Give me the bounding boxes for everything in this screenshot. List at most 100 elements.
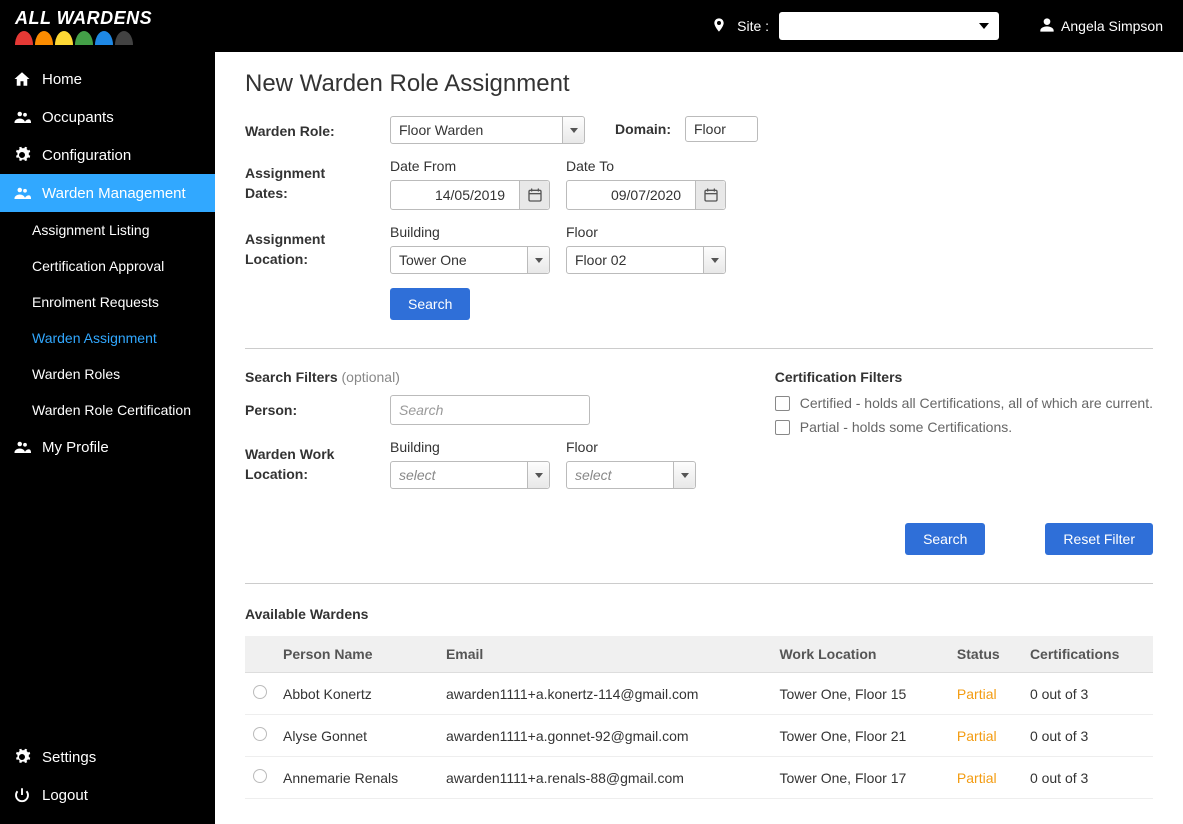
sidebar-item-label: Warden Management (42, 185, 186, 202)
domain-value: Floor (694, 121, 726, 137)
gear-icon (12, 748, 32, 766)
sidebar-sub-certification-approval[interactable]: Certification Approval (0, 248, 215, 284)
sidebar-item-occupants[interactable]: Occupants (0, 98, 215, 136)
power-icon (12, 786, 32, 804)
sidebar-sub-warden-roles[interactable]: Warden Roles (0, 356, 215, 392)
domain-field: Floor (685, 116, 758, 142)
date-to-input[interactable]: 09/07/2020 (566, 180, 726, 210)
chevron-down-icon (703, 247, 725, 273)
cell-name: Annemarie Renals (275, 757, 438, 799)
logo-dots (15, 31, 152, 45)
assignment-location-label: Assignment Location: (245, 224, 360, 269)
radio-icon[interactable] (253, 685, 267, 699)
checkbox-icon (775, 396, 790, 411)
warden-role-label: Warden Role: (245, 116, 360, 142)
sidebar-sub-assignment-listing[interactable]: Assignment Listing (0, 212, 215, 248)
date-from-label: Date From (390, 158, 550, 174)
cell-email: awarden1111+a.gonnet-92@gmail.com (438, 715, 772, 757)
building-select[interactable]: Tower One (390, 246, 550, 274)
filter-floor-select[interactable]: select (566, 461, 696, 489)
filter-building-select[interactable]: select (390, 461, 550, 489)
floor-select[interactable]: Floor 02 (566, 246, 726, 274)
person-search-input[interactable] (390, 395, 590, 425)
filter-floor-label: Floor (566, 439, 696, 455)
cell-email: awarden1111+a.konertz-114@gmail.com (438, 673, 772, 715)
cell-status: Partial (949, 673, 1022, 715)
date-from-value: 14/05/2019 (435, 187, 505, 203)
cert-partial-label: Partial - holds some Certifications. (800, 419, 1012, 435)
sidebar-item-warden-management[interactable]: Warden Management (0, 174, 215, 212)
sidebar-item-label: Configuration (42, 147, 131, 164)
sidebar-sub-warden-role-cert[interactable]: Warden Role Certification (0, 392, 215, 428)
sidebar-item-settings[interactable]: Settings (0, 738, 215, 776)
sidebar-item-label: Logout (42, 787, 88, 804)
logo-text: ALL WARDENS (15, 8, 152, 29)
table-row[interactable]: Abbot Konertzawarden1111+a.konertz-114@g… (245, 673, 1153, 715)
gear-icon (12, 146, 32, 164)
page-title: New Warden Role Assignment (245, 70, 1153, 98)
cell-location: Tower One, Floor 21 (771, 715, 948, 757)
user-menu[interactable]: Angela Simpson (1039, 17, 1163, 36)
users-icon (12, 108, 32, 126)
sidebar: Home Occupants Configuration Warden Mana… (0, 0, 215, 824)
sidebar-sub-enrolment-requests[interactable]: Enrolment Requests (0, 284, 215, 320)
search-filters-title: Search Filters (optional) (245, 369, 705, 385)
building-label: Building (390, 224, 550, 240)
domain-label: Domain: (615, 121, 671, 137)
floor-value: Floor 02 (575, 252, 626, 268)
col-work-location: Work Location (771, 636, 948, 673)
sidebar-item-label: Settings (42, 749, 96, 766)
date-to-value: 09/07/2020 (611, 187, 681, 203)
table-row[interactable]: Annemarie Renalsawarden1111+a.renals-88@… (245, 757, 1153, 799)
calendar-icon[interactable] (695, 181, 725, 209)
filter-building-label: Building (390, 439, 550, 455)
cert-certified-checkbox[interactable]: Certified - holds all Certifications, al… (775, 395, 1153, 411)
site-select-value: Paramatta, Hampton Towers (789, 18, 966, 34)
cell-name: Alyse Gonnet (275, 715, 438, 757)
sidebar-item-label: My Profile (42, 439, 109, 456)
warden-role-select[interactable]: Floor Warden (390, 116, 585, 144)
user-name: Angela Simpson (1061, 18, 1163, 34)
person-label: Person: (245, 395, 360, 421)
filter-building-placeholder: select (399, 467, 436, 483)
date-from-input[interactable]: 14/05/2019 (390, 180, 550, 210)
chevron-down-icon (527, 462, 549, 488)
available-wardens-title: Available Wardens (245, 606, 1153, 622)
cert-certified-label: Certified - holds all Certifications, al… (800, 395, 1153, 411)
location-pin-icon (711, 15, 727, 38)
sidebar-sub-warden-assignment[interactable]: Warden Assignment (0, 320, 215, 356)
warden-role-value: Floor Warden (399, 122, 483, 138)
cert-partial-checkbox[interactable]: Partial - holds some Certifications. (775, 419, 1153, 435)
calendar-icon[interactable] (519, 181, 549, 209)
sidebar-item-home[interactable]: Home (0, 60, 215, 98)
available-wardens-table: Person Name Email Work Location Status C… (245, 636, 1153, 799)
assignment-dates-label: Assignment Dates: (245, 158, 360, 203)
chevron-down-icon (562, 117, 584, 143)
chevron-down-icon (673, 462, 695, 488)
cell-location: Tower One, Floor 15 (771, 673, 948, 715)
site-label: Site : (737, 18, 769, 34)
chevron-down-icon (527, 247, 549, 273)
sidebar-item-label: Home (42, 71, 82, 88)
radio-icon[interactable] (253, 727, 267, 741)
sidebar-item-configuration[interactable]: Configuration (0, 136, 215, 174)
col-status: Status (949, 636, 1022, 673)
sidebar-item-my-profile[interactable]: My Profile (0, 428, 215, 466)
divider (245, 583, 1153, 584)
site-select[interactable]: Paramatta, Hampton Towers (779, 12, 999, 40)
reset-filter-button[interactable]: Reset Filter (1045, 523, 1153, 555)
radio-icon[interactable] (253, 769, 267, 783)
table-row[interactable]: Alyse Gonnetawarden1111+a.gonnet-92@gmai… (245, 715, 1153, 757)
building-value: Tower One (399, 252, 467, 268)
users-icon (12, 184, 32, 202)
cell-email: awarden1111+a.renals-88@gmail.com (438, 757, 772, 799)
cell-certs: 0 out of 3 (1022, 673, 1153, 715)
date-to-label: Date To (566, 158, 726, 174)
top-header: ALL WARDENS Site : Paramatta, Hampton To… (0, 0, 1183, 52)
cell-name: Abbot Konertz (275, 673, 438, 715)
search-button[interactable]: Search (390, 288, 470, 320)
sidebar-item-logout[interactable]: Logout (0, 776, 215, 814)
filter-search-button[interactable]: Search (905, 523, 985, 555)
col-person-name: Person Name (275, 636, 438, 673)
filter-floor-placeholder: select (575, 467, 612, 483)
